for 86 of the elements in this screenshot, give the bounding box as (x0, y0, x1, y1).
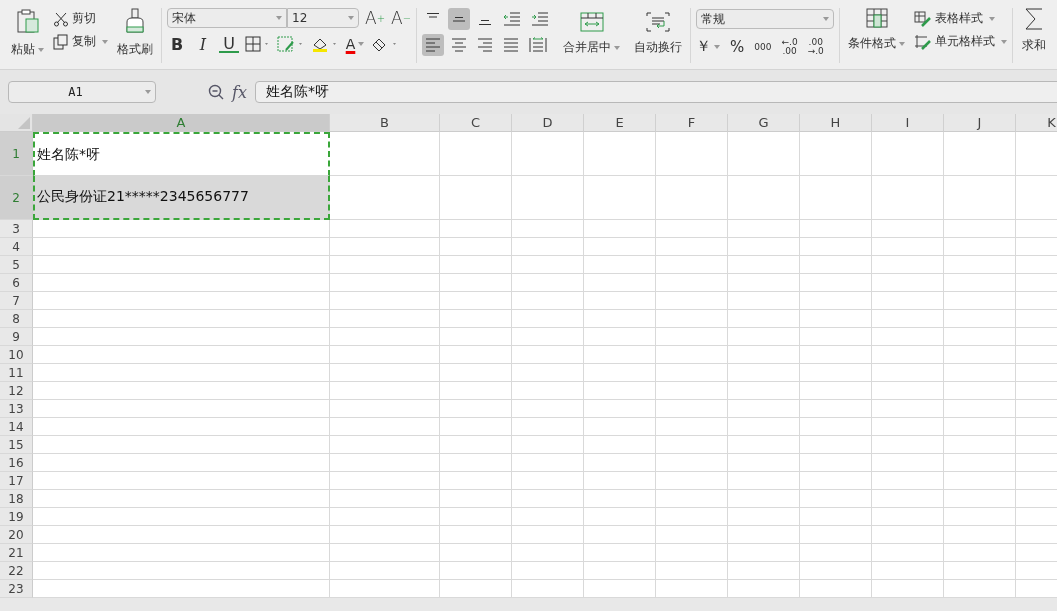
decrease-indent-icon[interactable] (503, 12, 522, 26)
merge-center-button[interactable]: 合并居中 (560, 8, 624, 60)
row-header[interactable]: 23 (0, 580, 33, 598)
row-header[interactable]: 15 (0, 436, 33, 454)
increase-indent-icon[interactable] (531, 12, 550, 26)
cell-brush-icon (914, 33, 933, 50)
clipboard-icon (14, 8, 41, 34)
bold-button[interactable]: B (167, 34, 187, 54)
italic-button[interactable]: I (193, 34, 213, 54)
paintbrush-icon (124, 8, 146, 34)
function-label[interactable]: fx (232, 82, 247, 102)
thousands-separator-button[interactable]: 000 (754, 41, 772, 52)
row-header[interactable]: 3 (0, 220, 33, 238)
align-lines-icon (478, 20, 493, 25)
row-header[interactable]: 21 (0, 544, 33, 562)
font-name-dropdown[interactable]: 宋体 (167, 8, 287, 28)
row-header[interactable]: 9 (0, 328, 33, 346)
row-header[interactable]: 6 (0, 274, 33, 292)
increase-decimal-button[interactable]: ←.0 .00 (781, 37, 798, 56)
column-header[interactable]: K (1016, 114, 1057, 132)
row-header[interactable]: 18 (0, 490, 33, 508)
row-header[interactable]: 7 (0, 292, 33, 310)
column-header[interactable]: I (872, 114, 944, 132)
row-header[interactable]: 4 (0, 238, 33, 256)
percent-button[interactable]: % (730, 37, 745, 56)
row-header[interactable]: 19 (0, 508, 33, 526)
column-header[interactable]: D (512, 114, 584, 132)
row-header[interactable]: 16 (0, 454, 33, 472)
wrap-text-button[interactable]: 自动换行 (631, 8, 686, 60)
column-header[interactable]: E (584, 114, 656, 132)
underline-button[interactable]: U (219, 35, 239, 53)
copy-icon (53, 33, 69, 50)
column-header[interactable]: J (944, 114, 1016, 132)
row-header[interactable]: 1 (0, 132, 33, 176)
row-header[interactable]: 20 (0, 526, 33, 544)
grid-icon (865, 8, 888, 28)
cell-style-button[interactable]: 单元格样式 (914, 33, 1008, 50)
table-cell: 姓名陈*呀 (33, 132, 330, 176)
align-lines-icon (426, 13, 441, 18)
increase-font-button[interactable]: A$^{+}$ (365, 8, 386, 28)
sigma-icon (1025, 8, 1044, 30)
column-header[interactable]: B (330, 114, 440, 132)
zoom-icon[interactable] (208, 84, 224, 100)
font-color-button[interactable]: A (345, 34, 365, 54)
borders-icon[interactable] (245, 36, 271, 52)
row-header[interactable]: 5 (0, 256, 33, 274)
align-lines-icon (503, 38, 520, 52)
distributed-align-icon[interactable] (529, 37, 548, 53)
column-header[interactable]: F (656, 114, 728, 132)
table-brush-icon (914, 10, 933, 27)
row-header[interactable]: 22 (0, 562, 33, 580)
number-format-dropdown[interactable]: 常规 (696, 9, 835, 29)
align-lines-icon (425, 38, 442, 52)
decrease-decimal-button[interactable]: .00 →.0 (807, 37, 824, 56)
row-header[interactable]: 8 (0, 310, 33, 328)
fill-pattern-icon[interactable] (277, 36, 305, 52)
align-lines-icon (451, 38, 468, 52)
horizontal-align-button[interactable] (422, 34, 445, 56)
cut-button[interactable]: 剪切 (53, 10, 108, 27)
formula-input[interactable]: 姓名陈*呀 (254, 81, 1057, 103)
sum-button[interactable]: 求和 (1018, 4, 1050, 69)
column-header[interactable]: H (800, 114, 872, 132)
scissors-icon (53, 10, 69, 27)
decrease-font-button[interactable]: A$^{−}$ (391, 8, 412, 28)
column-header[interactable]: C (440, 114, 512, 132)
table-style-button[interactable]: 表格样式 (914, 10, 1008, 27)
row-header[interactable]: 14 (0, 418, 33, 436)
align-lines-icon (477, 38, 494, 52)
name-box[interactable]: A1 (8, 81, 156, 103)
paste-button[interactable]: 粘贴 (8, 4, 47, 62)
table-cell: 公民身份证21*****2345656777 (33, 176, 330, 220)
row-header[interactable]: 17 (0, 472, 33, 490)
align-lines-icon (452, 16, 467, 22)
row-header[interactable]: 10 (0, 346, 33, 364)
eraser-icon[interactable] (371, 36, 399, 52)
column-header[interactable]: G (728, 114, 800, 132)
currency-button[interactable]: ￥ (696, 37, 721, 56)
conditional-format-button[interactable]: 条件格式 (845, 4, 909, 56)
font-size-dropdown[interactable]: 12 (287, 8, 359, 28)
format-painter-button[interactable]: 格式刷 (114, 4, 156, 62)
row-header[interactable]: 12 (0, 382, 33, 400)
wrap-text-icon (646, 12, 671, 32)
merge-cells-icon (579, 12, 604, 32)
row-header[interactable]: 11 (0, 364, 33, 382)
copy-button[interactable]: 复制 (53, 33, 108, 50)
row-header[interactable]: 13 (0, 400, 33, 418)
